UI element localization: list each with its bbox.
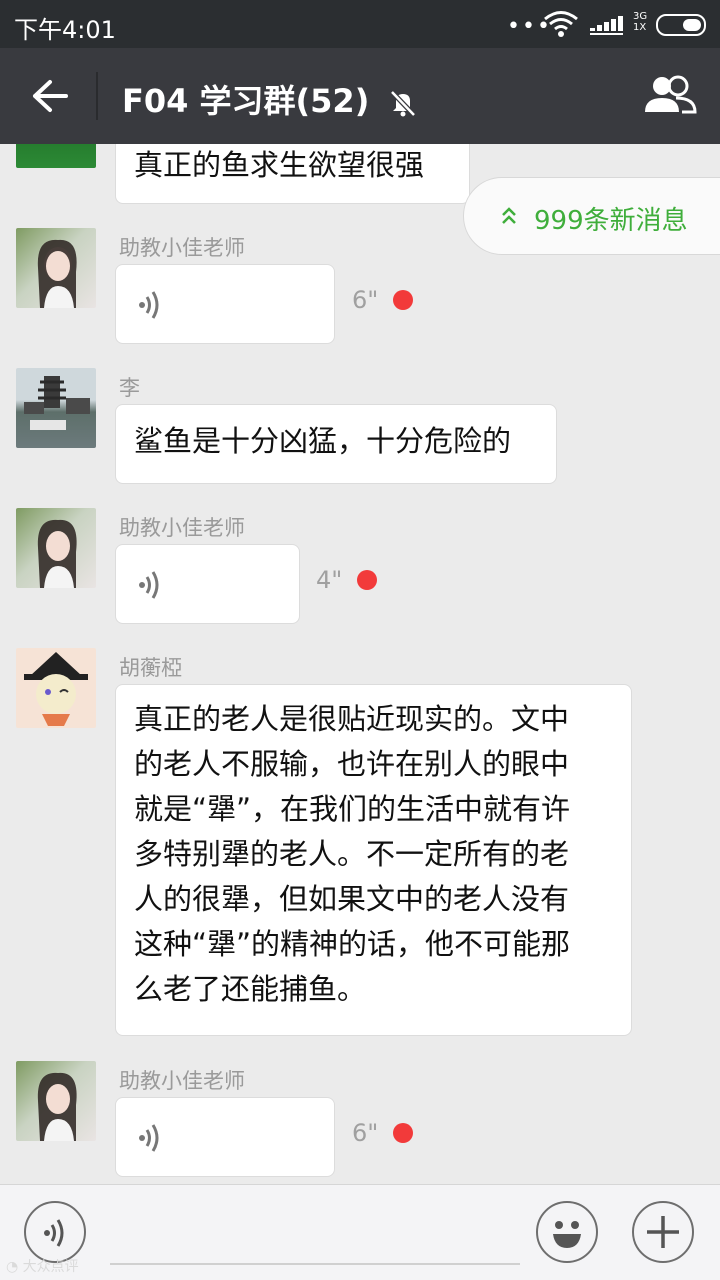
more-actions-button[interactable] bbox=[632, 1201, 694, 1263]
text-bubble[interactable]: 真正的老人是很贴近现实的。文中 的老人不服输，也许在别人的眼中 就是“犟”，在我… bbox=[115, 684, 632, 1036]
sender-name: 助教小佳老师 bbox=[119, 1069, 245, 1093]
avatar[interactable] bbox=[16, 368, 96, 448]
message-text: 真正的鱼求生欲望很强 bbox=[134, 148, 425, 182]
sender-name: 李 bbox=[119, 376, 140, 400]
voice-bubble[interactable] bbox=[115, 544, 300, 624]
battery-icon bbox=[656, 14, 706, 36]
status-bar: 下午4:01 ••• 3G 1X bbox=[0, 0, 720, 48]
voice-duration: 6" bbox=[352, 1119, 379, 1147]
unread-dot bbox=[357, 570, 377, 590]
message-text-line: 多特别犟的老人。不一定所有的老 bbox=[134, 837, 570, 871]
avatar[interactable] bbox=[16, 1061, 96, 1141]
voice-duration: 4" bbox=[316, 566, 343, 594]
wifi-icon bbox=[544, 11, 578, 37]
watermark: ◔ 大众点评 bbox=[6, 1259, 79, 1275]
header-divider bbox=[96, 72, 98, 120]
message-text-line: 人的很犟，但如果文中的老人没有 bbox=[134, 882, 570, 916]
signal-icon bbox=[590, 16, 623, 35]
voice-wave-icon bbox=[139, 291, 159, 319]
sender-name: 助教小佳老师 bbox=[119, 516, 245, 540]
avatar[interactable] bbox=[16, 228, 96, 308]
sender-name: 助教小佳老师 bbox=[119, 236, 245, 260]
message-text-line: 真正的老人是很贴近现实的。文中 bbox=[134, 702, 570, 736]
voice-mode-button[interactable] bbox=[24, 1201, 86, 1263]
voice-duration: 6" bbox=[352, 286, 379, 314]
voice-bubble[interactable] bbox=[115, 1097, 335, 1177]
avatar[interactable] bbox=[16, 648, 96, 728]
message-text-line: 这种“犟”的精神的话，他不可能那 bbox=[134, 927, 571, 961]
back-arrow-icon[interactable] bbox=[30, 78, 70, 114]
text-bubble[interactable]: 鲨鱼是十分凶猛，十分危险的 bbox=[115, 404, 557, 484]
chat-header: F04 学习群(52) bbox=[0, 48, 720, 144]
message-list[interactable]: 真正的鱼求生欲望很强 助教小佳老师 6" 李 鲨鱼是十分凶猛，十分危险的 助教小… bbox=[0, 144, 720, 1184]
watermark-text: 大众点评 bbox=[22, 1259, 79, 1275]
new-messages-label: 999条新消息 bbox=[534, 206, 688, 236]
sender-name: 胡蘅椏 bbox=[119, 656, 182, 680]
network-type: 3G 1X bbox=[633, 11, 647, 33]
chat-title-text: F04 学习群(52) bbox=[122, 82, 370, 120]
emoji-button[interactable] bbox=[536, 1201, 598, 1263]
voice-bubble[interactable] bbox=[115, 264, 335, 344]
voice-wave-icon bbox=[139, 1124, 159, 1152]
text-bubble[interactable]: 真正的鱼求生欲望很强 bbox=[115, 144, 470, 204]
unread-dot bbox=[393, 1123, 413, 1143]
input-bar bbox=[0, 1184, 720, 1280]
emoji-icon bbox=[553, 1221, 581, 1248]
message-text: 鲨鱼是十分凶猛，十分危险的 bbox=[134, 424, 512, 458]
message-text-line: 的老人不服输，也许在别人的眼中 bbox=[134, 747, 570, 781]
message-text-line: 就是“犟”，在我们的生活中就有许 bbox=[134, 792, 571, 826]
message-text-line: 么老了还能捕鱼。 bbox=[134, 972, 367, 1006]
message-input[interactable] bbox=[110, 1263, 520, 1265]
network-top-label: 3G bbox=[633, 11, 648, 22]
double-chevron-up-icon bbox=[502, 207, 516, 224]
status-time: 下午4:01 bbox=[14, 16, 116, 44]
voice-mode-icon bbox=[44, 1219, 64, 1247]
unread-dot bbox=[393, 290, 413, 310]
voice-wave-icon bbox=[139, 571, 159, 599]
avatar[interactable] bbox=[16, 144, 96, 168]
group-members-icon[interactable] bbox=[642, 74, 698, 118]
bell-muted-icon bbox=[390, 90, 417, 117]
avatar[interactable] bbox=[16, 508, 96, 588]
network-bottom-label: 1X bbox=[633, 22, 647, 33]
plus-icon bbox=[647, 1216, 679, 1248]
new-messages-banner[interactable]: 999条新消息 bbox=[463, 177, 720, 255]
chat-title: F04 学习群(52) bbox=[122, 76, 418, 122]
